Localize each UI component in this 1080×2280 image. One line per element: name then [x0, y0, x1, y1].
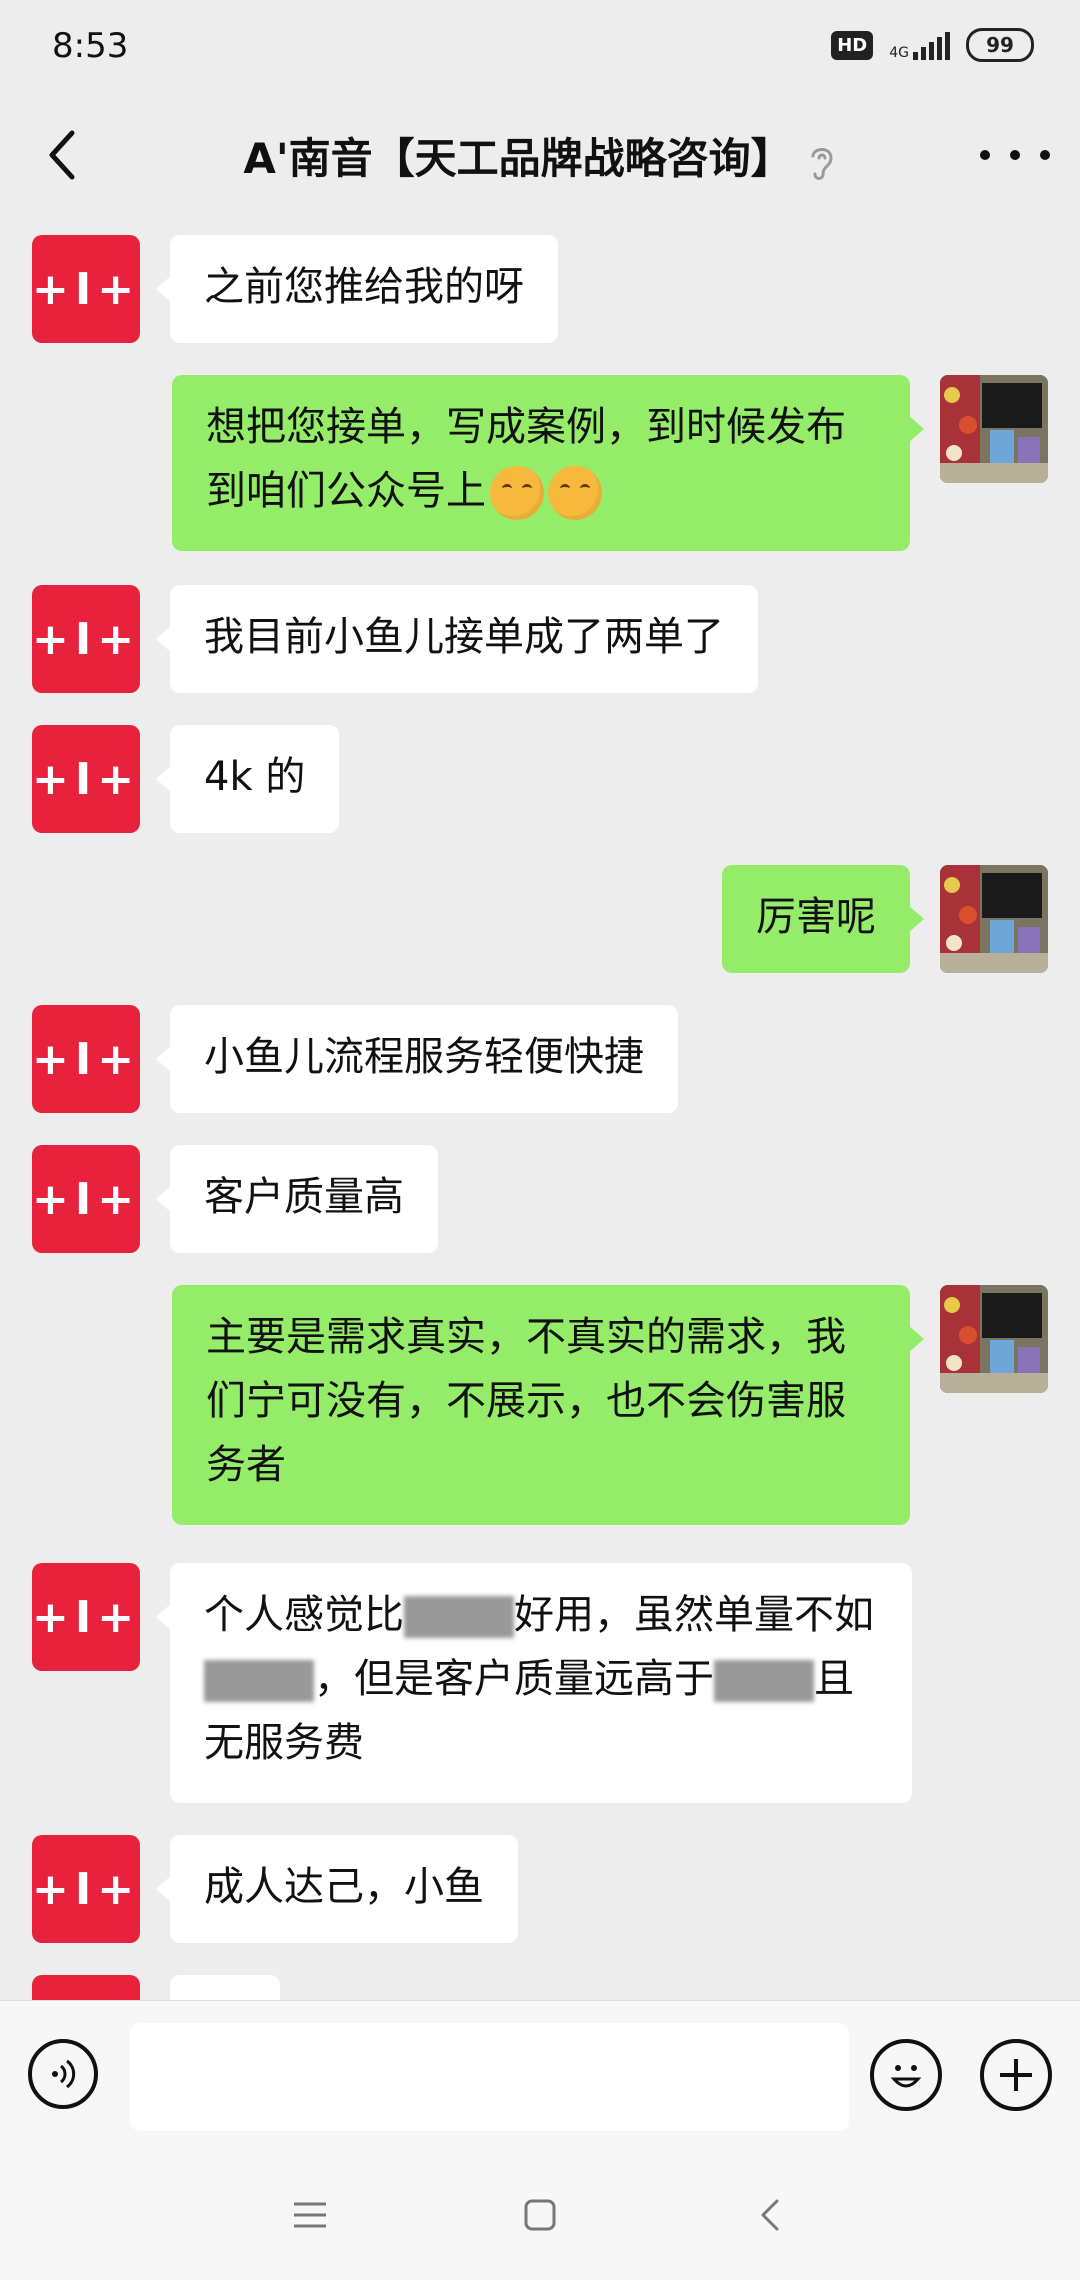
voice-button[interactable] [28, 2039, 98, 2109]
contact-avatar[interactable]: +I+ [32, 1835, 140, 1943]
message-bubble[interactable]: 主要是需求真实，不真实的需求，我们宁可没有，不展示，也不会伤害服务者 [172, 1285, 924, 1525]
contact-avatar[interactable]: +I+ [32, 1145, 140, 1253]
chat-message: +I+ 之前您推给我的呀 [0, 235, 1080, 345]
message-text: 小鱼儿流程服务轻便快捷 [204, 1034, 644, 1080]
redacted-text [714, 1660, 814, 1702]
contact-avatar[interactable]: +I+ [32, 235, 140, 343]
back-nav-icon [761, 2199, 779, 2231]
message-bubble[interactable]: 我目前小鱼儿接单成了两单了 [156, 585, 758, 693]
plus-button[interactable] [980, 2039, 1052, 2111]
network-label: 4G [889, 45, 909, 61]
chat-header: A'南音【天工品牌战略咨询】 [0, 95, 1080, 215]
contact-avatar[interactable]: +I+ [32, 585, 140, 693]
message-text: 4k 的 [204, 754, 306, 800]
chat-message: +I+ 小鱼儿流程服务轻便快捷 [0, 1005, 1080, 1115]
status-bar: 8:53 HD 4G 99 [0, 0, 1080, 95]
status-time: 8:53 [52, 26, 129, 66]
contact-avatar[interactable]: +I+ [32, 725, 140, 833]
message-text: 好用，虽然单量不如 [514, 1592, 874, 1638]
message-bubble[interactable] [170, 1975, 280, 2000]
ear-icon [811, 147, 833, 180]
more-icon [980, 150, 990, 160]
chat-message: +I+ 成人达己，小鱼 [0, 1835, 1080, 1945]
message-bubble[interactable]: 厉害呢 [722, 865, 924, 973]
contact-avatar[interactable] [32, 1975, 140, 2000]
menu-button[interactable] [290, 2195, 330, 2235]
message-bubble[interactable]: 4k 的 [155, 725, 340, 833]
chat-message: +I+ 客户质量高 [0, 1145, 1080, 1255]
chat-title-wrap: A'南音【天工品牌战略咨询】 [0, 125, 1080, 186]
my-avatar[interactable] [940, 865, 1048, 973]
chat-list[interactable]: +I+ 之前您推给我的呀 想把您接单，写成案例，到时候发布到咱们公众号上 +I+… [0, 215, 1080, 2000]
message-bubble[interactable]: 成人达己，小鱼 [156, 1835, 518, 1943]
plus-icon [1000, 2059, 1032, 2091]
message-text: 主要是需求真实，不真实的需求，我们宁可没有，不展示，也不会伤害服务者 [206, 1314, 846, 1488]
redacted-text [404, 1596, 514, 1638]
system-navigation [0, 2150, 1080, 2280]
input-bar [0, 2000, 1080, 2151]
message-text: 成人达己，小鱼 [204, 1864, 484, 1910]
message-text: 厉害呢 [756, 894, 876, 940]
avatar-image [940, 375, 1048, 483]
home-button[interactable] [520, 2195, 560, 2235]
chat-message: +I+ 个人感觉比 好用，虽然单量不如，但是客户质量远高于 且无服务费 [0, 1563, 1080, 1807]
contact-avatar[interactable]: +I+ [32, 1563, 140, 1671]
home-icon [524, 2199, 556, 2231]
chat-message: 想把您接单，写成案例，到时候发布到咱们公众号上 [0, 375, 1080, 555]
message-bubble[interactable]: 个人感觉比 好用，虽然单量不如，但是客户质量远高于 且无服务费 [156, 1563, 912, 1803]
message-bubble[interactable]: 想把您接单，写成案例，到时候发布到咱们公众号上 [172, 375, 924, 551]
emoji-icon [890, 2065, 922, 2088]
emoji-button[interactable] [870, 2039, 942, 2111]
avatar-image [940, 1285, 1048, 1393]
smirk-emoji-icon [548, 466, 602, 520]
chat-message: +I+ 4k 的 [0, 725, 1080, 835]
message-input[interactable] [130, 2023, 849, 2131]
status-icons: HD 4G 99 [831, 28, 1034, 62]
voice-icon [52, 2059, 76, 2089]
menu-icon [294, 2202, 326, 2228]
redacted-text [204, 1660, 314, 1702]
my-avatar[interactable] [940, 1285, 1048, 1393]
message-text: 个人感觉比 [204, 1592, 404, 1638]
message-text: ，但是客户质量远高于 [314, 1656, 714, 1702]
avatar-image [940, 865, 1048, 973]
smirk-emoji-icon [490, 466, 544, 520]
contact-avatar[interactable]: +I+ [32, 1005, 140, 1113]
battery-icon: 99 [966, 28, 1034, 62]
message-bubble[interactable]: 客户质量高 [156, 1145, 438, 1253]
chat-message-partial [0, 1975, 1080, 2000]
hd-icon: HD [831, 30, 874, 60]
my-avatar[interactable] [940, 375, 1048, 483]
message-text: 客户质量高 [204, 1174, 404, 1220]
message-text: 我目前小鱼儿接单成了两单了 [204, 614, 724, 660]
chat-message: 主要是需求真实，不真实的需求，我们宁可没有，不展示，也不会伤害服务者 [0, 1285, 1080, 1529]
more-button[interactable] [980, 135, 1050, 175]
signal-icon: 4G [889, 30, 950, 60]
message-bubble[interactable]: 之前您推给我的呀 [156, 235, 558, 343]
chat-message: 厉害呢 [0, 865, 1080, 975]
system-back-button[interactable] [750, 2195, 790, 2235]
message-text: 之前您推给我的呀 [204, 264, 524, 310]
chat-title: A'南音【天工品牌战略咨询】 [243, 134, 793, 183]
message-bubble[interactable]: 小鱼儿流程服务轻便快捷 [156, 1005, 678, 1113]
chat-message: +I+ 我目前小鱼儿接单成了两单了 [0, 585, 1080, 695]
